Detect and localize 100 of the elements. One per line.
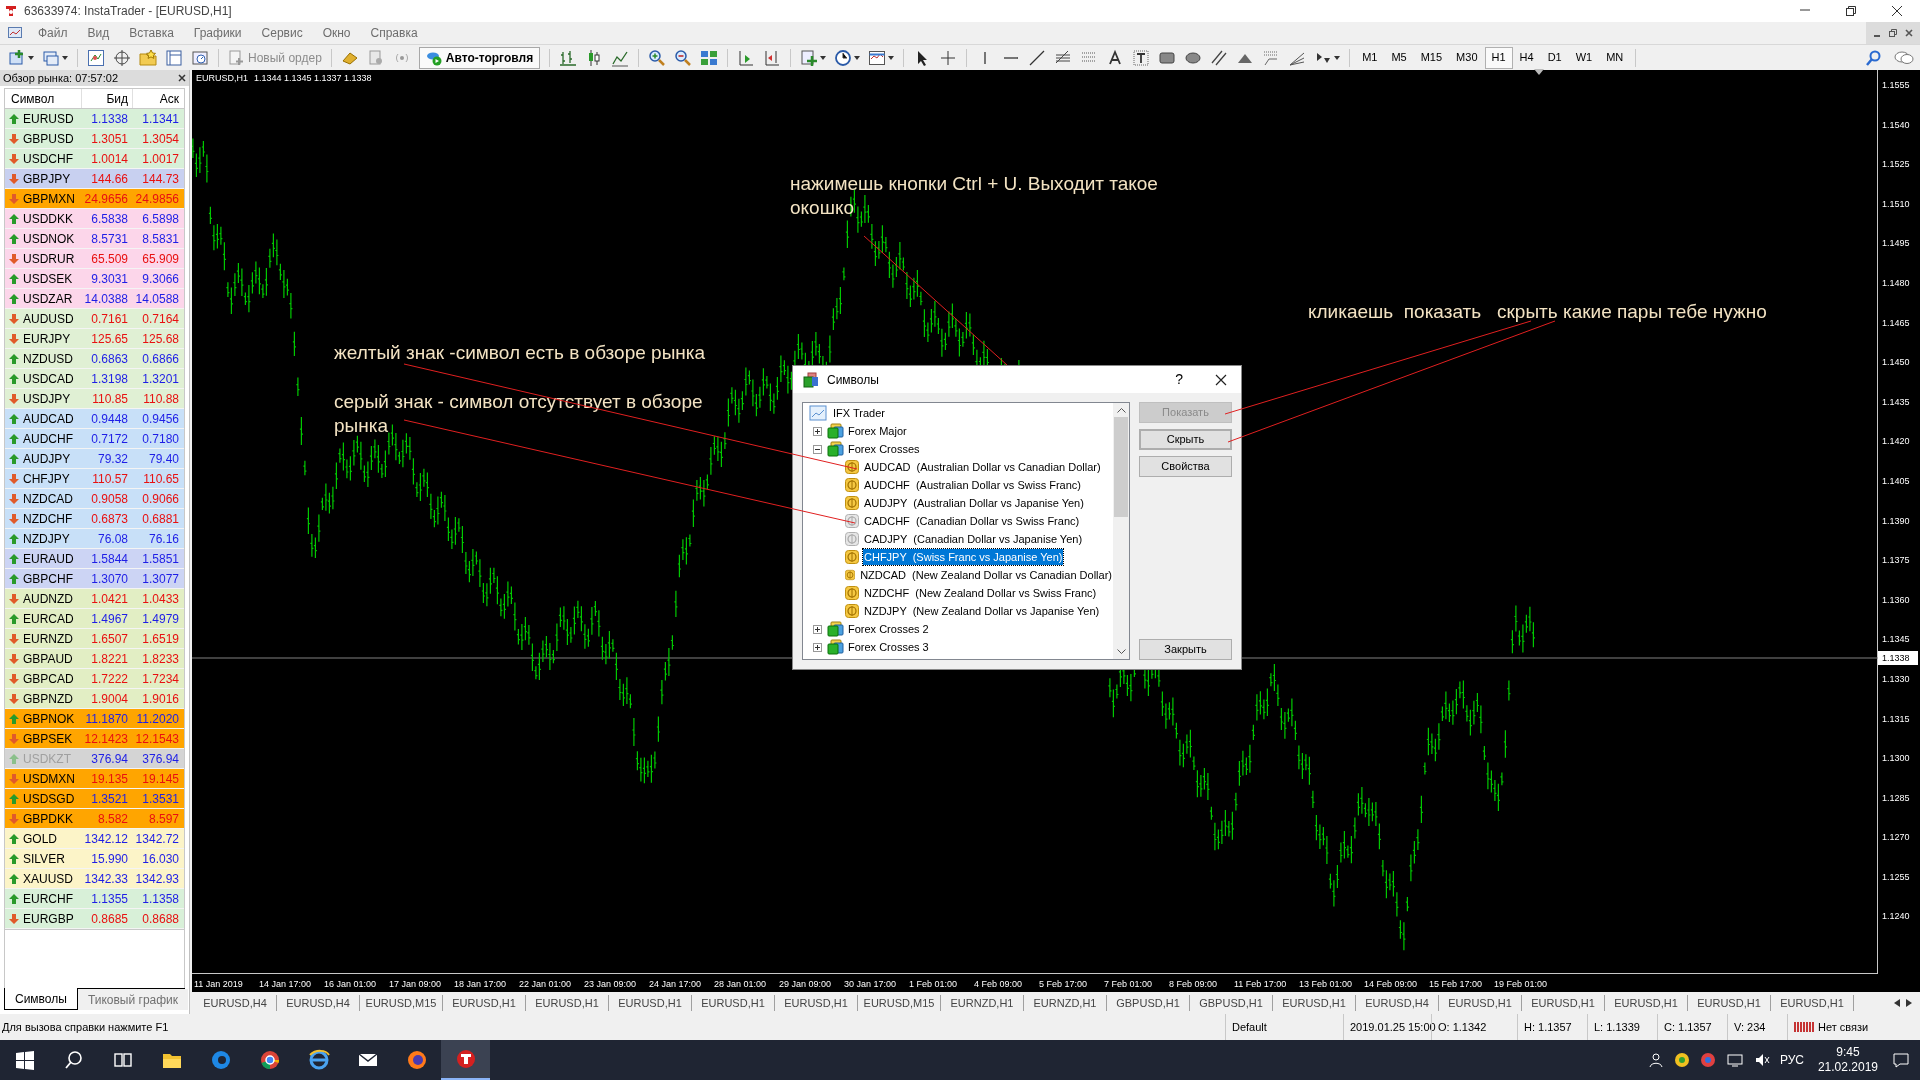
help-button[interactable]: ? (1175, 369, 1183, 390)
chart-tab[interactable]: EURUSD,H1 (775, 994, 858, 1012)
close-icon[interactable] (1891, 5, 1903, 17)
browser-icon[interactable] (258, 1049, 281, 1071)
menu-item[interactable]: Файл (28, 24, 78, 42)
table-row[interactable]: USDSGD 1.3521 1.3531 (5, 789, 184, 809)
scroll-right-icon[interactable] (1906, 999, 1912, 1007)
table-row[interactable]: AUDJPY 79.32 79.40 (5, 449, 184, 469)
table-row[interactable]: GBPNOK 11.1870 11.2020 (5, 709, 184, 729)
table-row[interactable]: GBPNZD 1.9004 1.9016 (5, 689, 184, 709)
folder-star-icon[interactable] (139, 48, 157, 67)
table-row[interactable]: GBPCHF 1.3070 1.3077 (5, 569, 184, 589)
table-row[interactable]: GBPCAD 1.7222 1.7234 (5, 669, 184, 689)
navigator-icon[interactable] (113, 48, 131, 67)
auto-scroll-icon[interactable] (737, 48, 756, 67)
bar-chart-icon[interactable] (559, 48, 578, 67)
table-row[interactable]: NZDJPY 76.08 76.16 (5, 529, 184, 549)
chart-tab[interactable]: EURUSD,H4 (194, 994, 277, 1012)
clock-date[interactable]: 21.02.2019 (1817, 1060, 1878, 1075)
timeframe-button[interactable]: M1 (1355, 46, 1385, 69)
close-icon[interactable] (1215, 373, 1227, 386)
table-row[interactable]: USDDKK 6.5838 6.5898 (5, 209, 184, 229)
tree-item[interactable]: Forex Major (848, 422, 907, 440)
tray-app-icon[interactable] (1673, 1052, 1690, 1068)
tree-item[interactable]: Forex Crosses (848, 440, 920, 458)
chart-tab[interactable]: EURUSD,M15 (360, 994, 443, 1012)
speaker-muted-icon[interactable] (1753, 1052, 1770, 1068)
scroll-down-icon[interactable] (1116, 649, 1126, 655)
chart-tab[interactable]: GBPUSD,H1 (1107, 994, 1190, 1012)
dropdown-caret-icon[interactable] (888, 55, 895, 60)
menu-item[interactable]: Окно (312, 24, 361, 42)
tree-item[interactable]: NZDCAD (New Zealand Dollar vs Canadian Dollar) (859, 566, 1113, 584)
chart-tab[interactable]: EURUSD,H1 (1605, 994, 1688, 1012)
chart-tab[interactable]: EURUSD,H1 (692, 994, 775, 1012)
table-row[interactable]: EURGBP 0.8685 0.8688 (5, 909, 184, 929)
expand-icon[interactable] (813, 426, 822, 436)
chart-tab[interactable]: EURUSD,H1 (609, 994, 692, 1012)
chart-tab[interactable]: GBPUSD,H1 (1190, 994, 1273, 1012)
table-row[interactable]: GBPMXN 24.9656 24.9856 (5, 189, 184, 209)
tree-item[interactable]: CADJPY (Canadian Dollar vs Japanise Yen) (863, 530, 1084, 548)
timeframe-button[interactable]: M30 (1449, 46, 1485, 69)
column-header[interactable]: Бид (81, 89, 132, 108)
table-row[interactable]: GBPJPY 144.66 144.73 (5, 169, 184, 189)
collapse-icon[interactable] (813, 444, 822, 454)
app-logo-icon[interactable] (454, 1048, 477, 1070)
data-window-icon[interactable] (165, 48, 183, 67)
table-row[interactable]: XAUUSD 1342.33 1342.93 (5, 869, 184, 889)
dropdown-caret-icon[interactable] (820, 55, 827, 60)
text-label-icon[interactable] (1132, 48, 1151, 67)
table-row[interactable]: GBPAUD 1.8221 1.8233 (5, 649, 184, 669)
table-row[interactable]: USDCAD 1.3198 1.3201 (5, 369, 184, 389)
market-watch-icon[interactable] (87, 48, 105, 67)
windows-logo-icon[interactable] (13, 1049, 36, 1071)
tree-item[interactable]: NZDCHF (New Zealand Dollar vs Swiss Franc) (863, 584, 1098, 602)
panel-tab[interactable]: Символы (4, 988, 78, 1010)
chart-tab[interactable]: EURUSD,H4 (1356, 994, 1439, 1012)
auto-trading-button[interactable]: Авто-торговля (418, 46, 541, 69)
tile-windows-icon[interactable] (700, 48, 719, 67)
expand-icon[interactable] (813, 624, 822, 634)
menu-item[interactable]: Сервис (251, 24, 313, 42)
dialog-button[interactable]: Скрыть (1139, 429, 1232, 450)
timeframe-button[interactable]: H1 (1484, 46, 1513, 69)
dropdown-caret-icon[interactable] (854, 55, 861, 60)
chart-tab[interactable]: EURNZD,H1 (941, 994, 1024, 1012)
notifications-icon[interactable] (1892, 1052, 1910, 1068)
zoom-out-icon[interactable] (674, 48, 693, 67)
table-row[interactable]: GBPSEK 12.1423 12.1543 (5, 729, 184, 749)
dropdown-caret-icon[interactable] (62, 55, 68, 60)
timeframe-button[interactable]: D1 (1540, 46, 1569, 69)
table-row[interactable]: NZDUSD 0.6863 0.6866 (5, 349, 184, 369)
menu-item[interactable]: Справка (360, 24, 428, 42)
timeframe-button[interactable]: MN (1599, 46, 1631, 69)
chart-tab[interactable]: EURUSD,M15 (858, 994, 941, 1012)
browser-icon[interactable] (405, 1049, 428, 1071)
table-row[interactable]: AUDCHF 0.7172 0.7180 (5, 429, 184, 449)
timeframe-button[interactable]: H4 (1512, 46, 1541, 69)
chart-tab[interactable]: EURUSD,H1 (1771, 994, 1854, 1012)
timeframe-button[interactable]: W1 (1568, 46, 1600, 69)
menu-item[interactable]: Графики (183, 24, 252, 42)
timeframe-button[interactable]: M5 (1384, 46, 1414, 69)
table-row[interactable]: EURJPY 125.65 125.68 (5, 329, 184, 349)
table-row[interactable]: USDCHF 1.0014 1.0017 (5, 149, 184, 169)
browser-icon[interactable] (307, 1049, 330, 1071)
chart-tab[interactable]: EURUSD,H1 (1273, 994, 1356, 1012)
clock-icon[interactable] (834, 48, 853, 67)
chart-tab[interactable]: EURUSD,H1 (443, 994, 526, 1012)
chart-tab[interactable]: EURUSD,H1 (1688, 994, 1771, 1012)
person-icon[interactable] (1647, 1052, 1664, 1068)
menu-item[interactable]: Вставка (119, 24, 184, 42)
search-icon[interactable] (62, 1049, 85, 1071)
timeframe-button[interactable]: M15 (1413, 46, 1450, 69)
crosshair-icon[interactable] (939, 48, 958, 67)
expand-icon[interactable] (813, 642, 822, 652)
dropdown-caret-icon[interactable] (1334, 55, 1341, 60)
table-row[interactable]: USDMXN 19.135 19.145 (5, 769, 184, 789)
chart-tab[interactable]: EURUSD,H4 (277, 994, 360, 1012)
channel-icon[interactable] (1210, 48, 1229, 67)
dialog-button[interactable]: Закрыть (1139, 639, 1232, 660)
language-indicator[interactable]: РУС (1779, 1051, 1804, 1069)
tree-item[interactable]: Forex Crosses 2 (848, 620, 929, 638)
